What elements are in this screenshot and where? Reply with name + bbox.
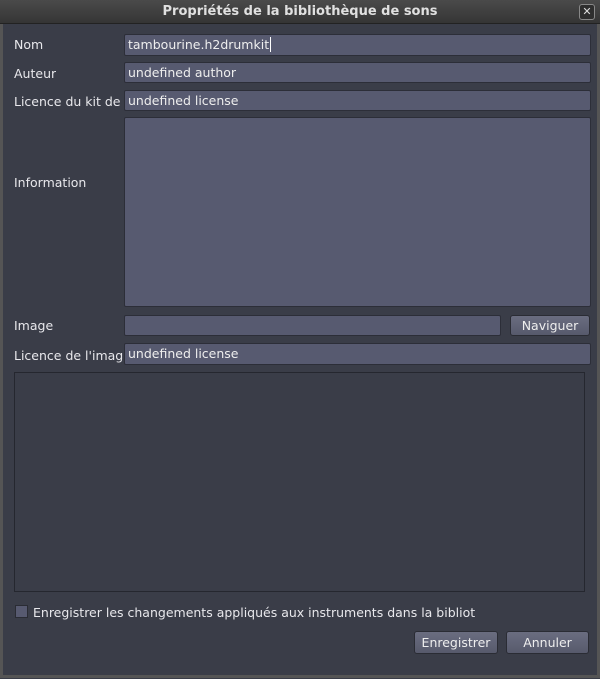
information-label: Information (14, 175, 87, 190)
apply-checkbox[interactable] (15, 605, 28, 618)
apply-checkbox-label[interactable]: Enregistrer les changements appliqués au… (33, 605, 475, 620)
name-label: Nom (14, 37, 44, 52)
title-bar: Propriétés de la bibliothèque de sons ✕ (0, 0, 600, 24)
browse-button[interactable]: Naviguer (510, 315, 590, 336)
image-license-input[interactable]: undefined license (124, 343, 591, 365)
license-input[interactable]: undefined license (124, 90, 591, 111)
name-value: tambourine.h2drumkit (128, 37, 270, 52)
close-icon[interactable]: ✕ (579, 4, 595, 20)
cancel-button[interactable]: Annuler (506, 631, 589, 654)
image-input[interactable] (124, 315, 501, 336)
author-input[interactable]: undefined author (124, 62, 591, 83)
information-textarea[interactable] (124, 117, 591, 307)
name-input[interactable]: tambourine.h2drumkit (124, 34, 591, 56)
author-label: Auteur (14, 66, 57, 81)
window-title: Propriétés de la bibliothèque de sons (162, 4, 438, 19)
save-button[interactable]: Enregistrer (414, 631, 498, 654)
license-label: Licence du kit de (14, 94, 121, 109)
image-preview (14, 372, 585, 592)
image-license-label: Licence de l'imag (14, 348, 124, 363)
image-label: Image (14, 318, 54, 333)
